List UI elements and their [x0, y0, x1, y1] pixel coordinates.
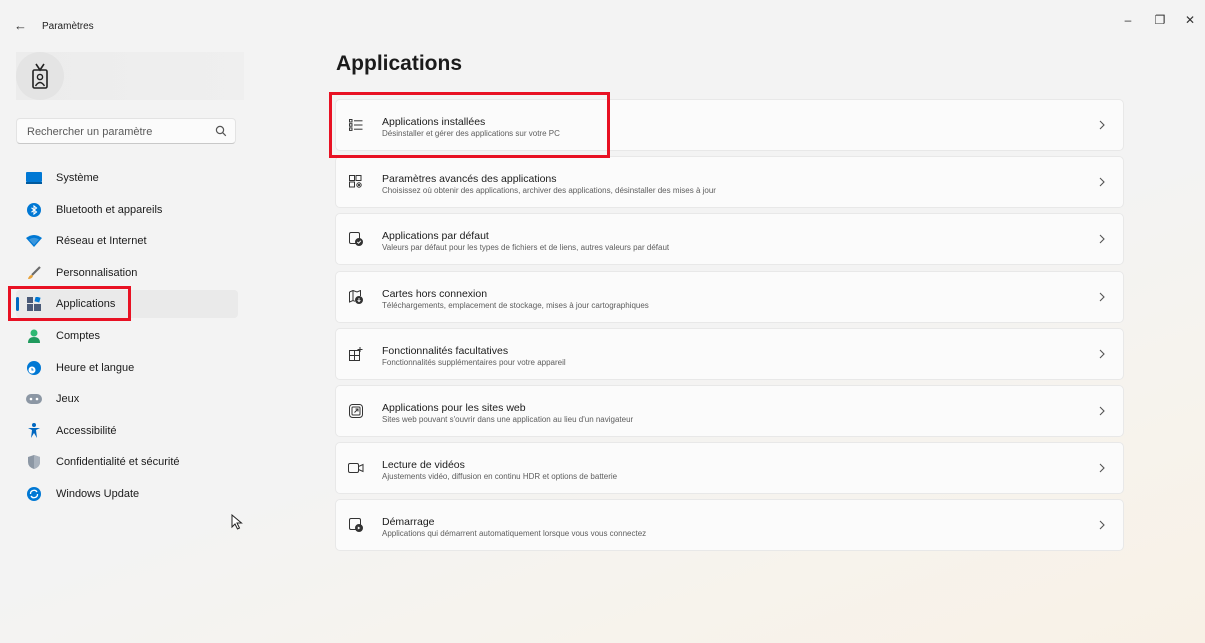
sidebar-item-label: Windows Update: [56, 487, 140, 500]
user-profile-area[interactable]: [16, 52, 244, 100]
card-title: Applications pour les sites web: [382, 401, 526, 414]
bluetooth-icon: [26, 202, 42, 218]
sidebar-item-systeme[interactable]: Système: [16, 164, 238, 192]
sidebar-nav: Système Bluetooth et appareils Réseau et…: [16, 164, 238, 512]
search-box[interactable]: [16, 118, 236, 144]
sidebar-item-reseau[interactable]: Réseau et Internet: [16, 227, 238, 255]
card-subtitle: Sites web pouvant s'ouvrir dans une appl…: [382, 414, 634, 424]
video-icon: [348, 460, 364, 476]
badge-icon: [32, 63, 48, 89]
sidebar-item-applications[interactable]: Applications: [16, 290, 238, 319]
card-title: Paramètres avancés des applications: [382, 173, 557, 186]
chevron-right-icon: [1099, 520, 1105, 530]
title-bar: ← Paramètres – ❐ ✕: [0, 0, 1205, 40]
settings-card-list: Applications installées Désinstaller et …: [335, 99, 1124, 557]
card-subtitle: Applications qui démarrent automatiqueme…: [382, 529, 647, 539]
mouse-cursor-icon: [231, 514, 243, 530]
card-demarrage[interactable]: Démarrage Applications qui démarrent aut…: [335, 499, 1124, 552]
accessibility-icon: [26, 422, 42, 439]
sidebar-item-label: Heure et langue: [56, 361, 135, 374]
card-subtitle: Ajustements vidéo, diffusion en continu …: [382, 472, 618, 482]
add-feature-icon: [348, 346, 364, 362]
chevron-right-icon: [1099, 120, 1105, 130]
card-subtitle: Valeurs par défaut pour les types de fic…: [382, 243, 670, 253]
gamepad-icon: [26, 391, 42, 407]
chevron-right-icon: [1099, 349, 1105, 359]
maximize-button[interactable]: ❐: [1148, 10, 1172, 30]
sidebar-item-label: Réseau et Internet: [56, 235, 147, 248]
card-title: Applications installées: [382, 116, 486, 128]
card-subtitle: Fonctionnalités supplémentaires pour vot…: [382, 357, 566, 367]
system-icon: [26, 170, 42, 186]
chevron-right-icon: [1099, 406, 1105, 416]
sidebar-item-accessibilite[interactable]: Accessibilité: [16, 417, 238, 445]
sidebar-item-label: Système: [56, 172, 99, 184]
map-download-icon: [348, 289, 364, 305]
card-title: Applications par défaut: [382, 230, 489, 243]
card-subtitle: Désinstaller et gérer des applications s…: [382, 129, 560, 138]
sidebar-item-label: Personnalisation: [56, 266, 138, 279]
sidebar-item-label: Bluetooth et appareils: [56, 203, 163, 216]
card-applications-installees[interactable]: Applications installées Désinstaller et …: [335, 99, 1124, 151]
card-lecture-videos[interactable]: Lecture de vidéos Ajustements vidéo, dif…: [335, 442, 1124, 495]
sidebar-item-bluetooth[interactable]: Bluetooth et appareils: [16, 196, 238, 224]
chevron-right-icon: [1099, 463, 1105, 473]
chevron-right-icon: [1099, 177, 1105, 187]
sidebar-item-heure-langue[interactable]: Heure et langue: [16, 354, 238, 382]
sidebar-item-label: Confidentialité et sécurité: [56, 456, 180, 469]
open-link-icon: [348, 403, 364, 419]
apps-icon: [26, 296, 42, 312]
card-subtitle: Choisissez où obtenir des applications, …: [382, 186, 716, 196]
sidebar-item-comptes[interactable]: Comptes: [16, 322, 238, 350]
card-parametres-avances[interactable]: Paramètres avancés des applications Choi…: [335, 156, 1124, 209]
card-title: Cartes hors connexion: [382, 287, 488, 300]
list-icon: [348, 117, 364, 133]
update-icon: [26, 486, 42, 502]
settings-window: ← Paramètres – ❐ ✕ Système: [0, 0, 1205, 643]
back-arrow-icon[interactable]: ←: [14, 18, 30, 34]
sidebar-item-windows-update[interactable]: Windows Update: [16, 480, 238, 508]
apps-gear-icon: [348, 174, 364, 190]
card-applications-par-defaut[interactable]: Applications par défaut Valeurs par défa…: [335, 213, 1124, 266]
chevron-right-icon: [1099, 292, 1105, 301]
card-title: Démarrage: [382, 516, 435, 529]
close-button[interactable]: ✕: [1178, 10, 1202, 30]
minimize-button[interactable]: –: [1116, 10, 1140, 30]
card-title: Lecture de vidéos: [382, 459, 465, 472]
card-title: Fonctionnalités facultatives: [382, 344, 509, 357]
card-cartes-hors-connexion[interactable]: Cartes hors connexion Téléchargements, e…: [335, 270, 1124, 323]
sidebar-item-jeux[interactable]: Jeux: [16, 385, 238, 413]
wifi-icon: [26, 233, 42, 249]
search-input[interactable]: [25, 123, 209, 141]
selection-indicator: [16, 297, 19, 312]
startup-icon: [348, 517, 364, 533]
card-subtitle: Téléchargements, emplacement de stockage…: [382, 300, 649, 310]
window-title: Paramètres: [42, 21, 94, 32]
brush-icon: [26, 265, 42, 281]
sidebar-item-personnalisation[interactable]: Personnalisation: [16, 259, 238, 287]
clock-globe-icon: [26, 360, 42, 376]
sidebar-item-label: Jeux: [56, 393, 80, 406]
card-fonctionnalites-facultatives[interactable]: Fonctionnalités facultatives Fonctionnal…: [335, 327, 1124, 380]
default-apps-icon: [348, 231, 364, 247]
account-icon: [26, 328, 42, 344]
shield-icon: [26, 454, 42, 470]
search-icon[interactable]: [215, 125, 227, 137]
card-applications-sites-web[interactable]: Applications pour les sites web Sites we…: [335, 384, 1124, 437]
page-title: Applications: [336, 52, 463, 75]
chevron-right-icon: [1099, 234, 1105, 244]
sidebar-item-label: Applications: [56, 298, 116, 311]
avatar[interactable]: [16, 52, 64, 100]
sidebar-item-confidentialite[interactable]: Confidentialité et sécurité: [16, 448, 238, 476]
sidebar-item-label: Comptes: [56, 329, 101, 342]
sidebar-item-label: Accessibilité: [56, 424, 117, 437]
